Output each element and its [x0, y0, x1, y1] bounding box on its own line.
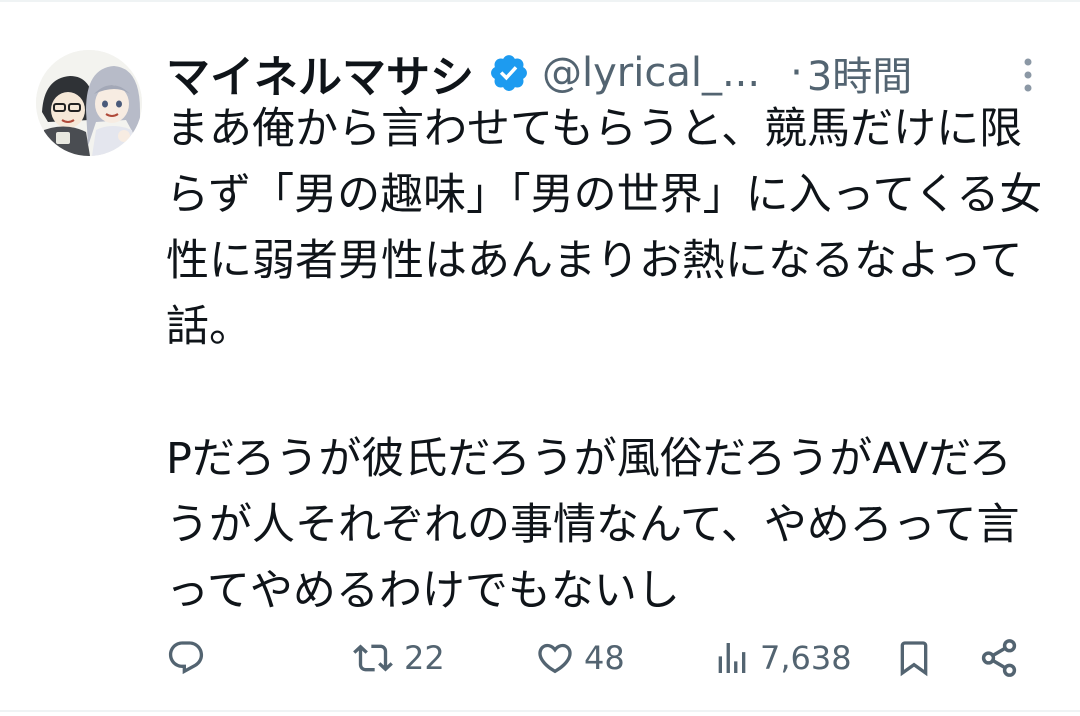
bookmark-button[interactable] [894, 630, 934, 686]
avatar-illustration [36, 50, 142, 156]
views-icon [718, 643, 746, 673]
views-button[interactable]: 7,638 [712, 630, 852, 686]
tweet-text: まあ俺から言わせてもらうと、競馬だけに限らず「男の趣味」「男の世界」に入ってくる… [166, 104, 1043, 616]
top-divider [0, 0, 1080, 2]
share-icon [981, 639, 1017, 677]
separator-dot: · [790, 50, 803, 96]
reply-button[interactable] [166, 630, 206, 686]
verified-badge-icon [488, 52, 530, 94]
retweet-icon [353, 644, 393, 672]
views-count: 7,638 [760, 639, 852, 677]
reply-icon [168, 641, 204, 675]
like-button[interactable]: 48 [534, 630, 625, 686]
timestamp[interactable]: 3時間 [807, 44, 912, 102]
share-button[interactable] [978, 630, 1020, 686]
bookmark-icon [900, 641, 928, 677]
retweet-count: 22 [404, 639, 445, 677]
bottom-divider [0, 710, 1080, 712]
retweet-button[interactable]: 22 [350, 630, 445, 686]
user-handle[interactable]: @lyrical_... [542, 50, 760, 96]
avatar[interactable] [36, 50, 142, 156]
heart-icon [538, 643, 572, 674]
tweet-actions-bar: 22 48 7,638 [166, 630, 1036, 686]
like-count: 48 [584, 639, 625, 677]
more-options-icon[interactable] [1022, 57, 1034, 93]
